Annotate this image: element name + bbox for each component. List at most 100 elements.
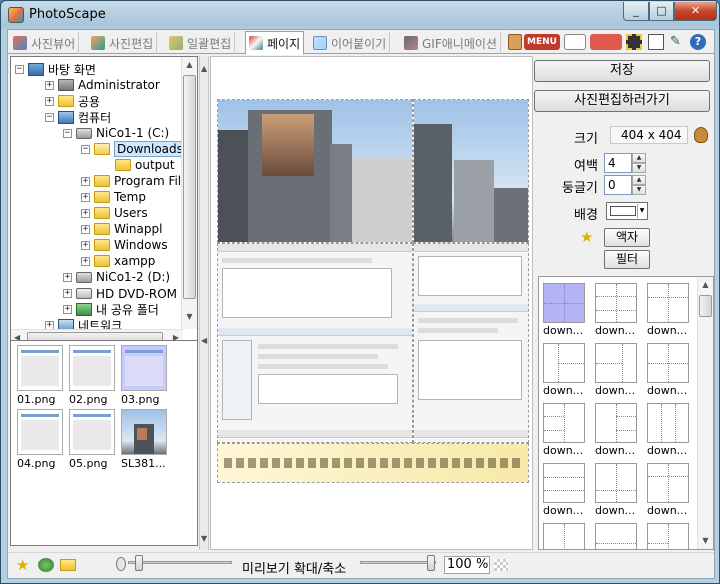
slider-knob[interactable] [135, 555, 143, 571]
go-to-editor-button[interactable]: 사진편집하러가기 [534, 90, 710, 112]
copy-icon[interactable] [648, 34, 664, 50]
preview-cell-photo[interactable] [413, 99, 529, 243]
filter-button[interactable]: 필터 [604, 250, 650, 269]
scroll-down-icon[interactable]: ▼ [182, 309, 197, 325]
collapse-icon[interactable]: − [81, 144, 90, 154]
expand-icon[interactable]: + [63, 272, 72, 282]
tree-node-windows[interactable]: + Windows [81, 237, 168, 253]
layout-template[interactable]: down... [647, 283, 691, 337]
tree-node-shared-folder[interactable]: + 내 공유 폴더 [63, 301, 159, 317]
file-thumbnail[interactable]: 04.png [17, 409, 65, 470]
tree-node-program-files[interactable]: + Program Files [81, 173, 195, 189]
panel-splitter[interactable]: ▲ ◀ ▼ [199, 56, 209, 550]
tree-node-administrator[interactable]: + Administrator [45, 77, 160, 93]
margin-value[interactable]: 4 [604, 153, 632, 173]
tab-gif[interactable]: GIF애니메이션 [401, 32, 501, 54]
tree-node-dvd-drive[interactable]: + HD DVD-ROM 드 [63, 285, 192, 301]
save-button[interactable]: 저장 [534, 60, 710, 82]
page-preview[interactable] [210, 56, 533, 550]
preview-cell-photo[interactable] [217, 99, 413, 243]
expand-down-icon[interactable]: ▼ [201, 534, 207, 543]
tree-node-computer[interactable]: − 컴퓨터 [45, 109, 111, 125]
film-icon[interactable] [626, 34, 642, 50]
help-icon[interactable]: ? [690, 34, 706, 50]
tree-node-users[interactable]: + Users [81, 205, 148, 221]
scroll-down-icon[interactable]: ▼ [698, 533, 713, 549]
frame-button[interactable]: 액자 [604, 228, 650, 247]
tree-node-temp[interactable]: + Temp [81, 189, 146, 205]
tree-node-xampp[interactable]: + xampp [81, 253, 155, 269]
tree-node-desktop[interactable]: − 바탕 화면 [15, 61, 96, 77]
tree-node-drive-c[interactable]: − NiCo1-1 (C:) [63, 125, 169, 141]
file-thumbnail-list[interactable]: 01.png 02.png 03.png 04.png 05.png SL381… [10, 340, 198, 546]
refresh-icon[interactable] [38, 558, 54, 572]
template-list-scrollbar[interactable]: ▲ ▼ [697, 277, 713, 549]
toggle-panel-icon[interactable]: ◀ [201, 336, 207, 345]
layout-template[interactable]: down... [595, 463, 639, 517]
preview-cell-screenshot[interactable] [413, 243, 529, 443]
layout-template[interactable]: down... [595, 343, 639, 397]
expand-icon[interactable]: + [63, 304, 72, 314]
margin-stepper[interactable]: 4 ▲ ▼ [604, 153, 646, 173]
layout-template[interactable] [543, 523, 587, 549]
expand-icon[interactable]: + [45, 96, 54, 106]
stepper-up-icon[interactable]: ▲ [632, 175, 646, 185]
expand-icon[interactable]: + [63, 288, 72, 298]
favorite-star-icon[interactable]: ★ [580, 228, 593, 246]
zoom-out-icon[interactable] [116, 557, 126, 571]
tab-editor[interactable]: 사진편집 [88, 32, 158, 54]
menu-button[interactable]: MENU [524, 34, 560, 50]
scroll-thumb[interactable] [699, 295, 712, 317]
tree-node-drive-d[interactable]: + NiCo1-2 (D:) [63, 269, 170, 285]
tab-batch[interactable]: 일괄편집 [166, 32, 236, 54]
collapse-icon[interactable]: − [15, 64, 24, 74]
scroll-thumb[interactable] [183, 75, 196, 299]
expand-icon[interactable]: + [81, 208, 90, 218]
tree-node-public[interactable]: + 공용 [45, 93, 100, 109]
layout-template[interactable]: down... [647, 463, 691, 517]
stepper-down-icon[interactable]: ▼ [632, 185, 646, 195]
expand-icon[interactable]: + [81, 240, 90, 250]
file-thumbnail[interactable]: 02.png [69, 345, 117, 406]
file-thumbnail[interactable]: SL381... [121, 409, 169, 470]
layout-template[interactable]: down... [647, 403, 691, 457]
tree-node-winappl[interactable]: + Winappl [81, 221, 162, 237]
layout-template[interactable]: down... [543, 283, 587, 337]
scroll-up-icon[interactable]: ▲ [182, 57, 197, 73]
stepper-down-icon[interactable]: ▼ [632, 163, 646, 173]
tab-page[interactable]: 페이지 [245, 31, 305, 55]
expand-icon[interactable]: + [81, 176, 90, 186]
tab-combine[interactable]: 이어붙이기 [310, 32, 391, 54]
size-lock-icon[interactable] [694, 127, 708, 143]
tree-node-downloads[interactable]: − Downloads [81, 141, 186, 157]
file-thumbnail[interactable]: 05.png [69, 409, 117, 470]
thumbnail-size-slider[interactable] [128, 555, 232, 571]
expand-icon[interactable]: + [45, 80, 54, 90]
slider-knob[interactable] [427, 555, 435, 571]
layout-template[interactable] [647, 523, 691, 549]
dropdown-arrow-icon[interactable]: ▼ [637, 204, 646, 218]
zoom-value[interactable]: 100 % [444, 556, 490, 574]
layout-template[interactable]: down... [595, 403, 639, 457]
preview-zoom-slider[interactable] [360, 555, 436, 571]
tools-icon[interactable]: ✎ [670, 34, 684, 50]
tree-node-output[interactable]: output [115, 157, 175, 173]
window-icon[interactable] [564, 34, 586, 50]
collapse-icon[interactable]: − [45, 112, 54, 122]
expand-icon[interactable]: + [81, 256, 90, 266]
expand-icon[interactable]: + [81, 224, 90, 234]
scroll-up-icon[interactable]: ▲ [698, 277, 713, 293]
stepper-up-icon[interactable]: ▲ [632, 153, 646, 163]
file-thumbnail[interactable]: 03.png [121, 345, 169, 406]
star-icon[interactable]: ★ [16, 556, 29, 574]
tree-vertical-scrollbar[interactable]: ▲ ▼ [181, 57, 197, 329]
tab-viewer[interactable]: 사진뷰어 [10, 32, 80, 54]
menu-icon[interactable] [508, 34, 522, 50]
collapse-left-icon[interactable]: ▲ [201, 64, 207, 73]
expand-icon[interactable]: + [81, 192, 90, 202]
close-button[interactable]: ✕ [674, 2, 717, 21]
preview-cell-banner[interactable] [217, 443, 529, 483]
folder-tree[interactable]: − 바탕 화면 + Administrator + 공용 − 컴퓨터 − NiC… [10, 56, 198, 346]
rounding-value[interactable]: 0 [604, 175, 632, 195]
rounding-stepper[interactable]: 0 ▲ ▼ [604, 175, 646, 195]
